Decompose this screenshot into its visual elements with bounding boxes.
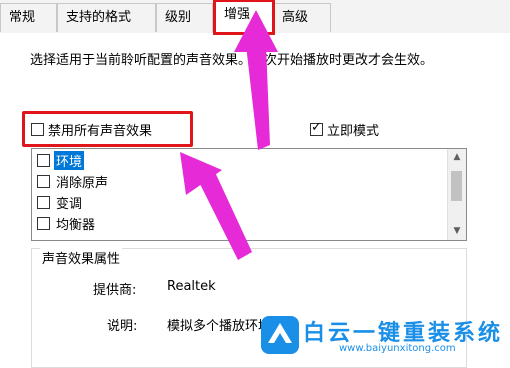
scroll-down-icon[interactable]: ▼ bbox=[448, 223, 466, 240]
disable-all-effects-box[interactable] bbox=[31, 123, 44, 136]
list-item-environment[interactable]: 环境 bbox=[37, 150, 85, 171]
effect-checkbox[interactable] bbox=[37, 154, 50, 167]
description-text: 选择适用于当前聆听配置的声音效果。下次开始播放时更改才会生效。 bbox=[30, 53, 434, 68]
tab-enhancements[interactable]: 增强 bbox=[215, 0, 273, 34]
list-item-voice-cancellation[interactable]: 消除原声 bbox=[37, 171, 110, 192]
effect-checkbox[interactable] bbox=[37, 217, 50, 230]
effect-label: 变调 bbox=[56, 197, 83, 212]
effect-label: 消除原声 bbox=[56, 176, 109, 191]
effect-properties-title: 声音效果属性 bbox=[40, 248, 123, 267]
effects-list[interactable]: 环境 消除原声 变调 均衡器 ▲ ▼ bbox=[31, 148, 467, 241]
brand-logo-icon bbox=[261, 316, 299, 354]
tab-advanced-label: 高级 bbox=[282, 10, 309, 25]
list-scrollbar[interactable]: ▲ ▼ bbox=[447, 149, 466, 240]
immediate-mode-label: 立即模式 bbox=[327, 124, 380, 139]
tab-supported-formats-label: 支持的格式 bbox=[66, 10, 132, 25]
scroll-thumb[interactable] bbox=[451, 171, 462, 201]
disable-all-effects-checkbox[interactable]: 禁用所有声音效果 bbox=[31, 120, 152, 139]
immediate-mode-box[interactable] bbox=[310, 120, 323, 136]
tab-general[interactable]: 常规 bbox=[0, 3, 57, 32]
list-item-equalizer[interactable]: 均衡器 bbox=[37, 213, 97, 234]
provider-label: 提供商: bbox=[93, 283, 137, 298]
effect-checkbox[interactable] bbox=[37, 196, 50, 209]
tab-advanced[interactable]: 高级 bbox=[273, 3, 331, 32]
effect-label: 均衡器 bbox=[56, 218, 96, 233]
provider-value: Realtek bbox=[167, 279, 216, 294]
list-item-pitch-shift[interactable]: 变调 bbox=[37, 192, 84, 213]
tab-enhancements-label: 增强 bbox=[224, 7, 251, 22]
tab-levels[interactable]: 级别 bbox=[156, 3, 213, 32]
immediate-mode-checkbox[interactable]: 立即模式 bbox=[310, 120, 379, 139]
tab-supported-formats[interactable]: 支持的格式 bbox=[57, 3, 156, 32]
watermark-url: www.baiyunxitong.com bbox=[339, 343, 456, 354]
watermark: 白云一键重装系统 www.baiyunxitong.com bbox=[255, 313, 510, 359]
tab-levels-label: 级别 bbox=[165, 10, 192, 25]
description-label: 说明: bbox=[107, 319, 138, 334]
tab-general-label: 常规 bbox=[9, 10, 36, 25]
tab-strip: 常规 支持的格式 级别 增强 高级 bbox=[0, 0, 510, 34]
effect-label: 环境 bbox=[54, 151, 85, 170]
disable-all-effects-label: 禁用所有声音效果 bbox=[48, 124, 153, 139]
scroll-up-icon[interactable]: ▲ bbox=[448, 149, 466, 166]
effect-checkbox[interactable] bbox=[37, 175, 50, 188]
